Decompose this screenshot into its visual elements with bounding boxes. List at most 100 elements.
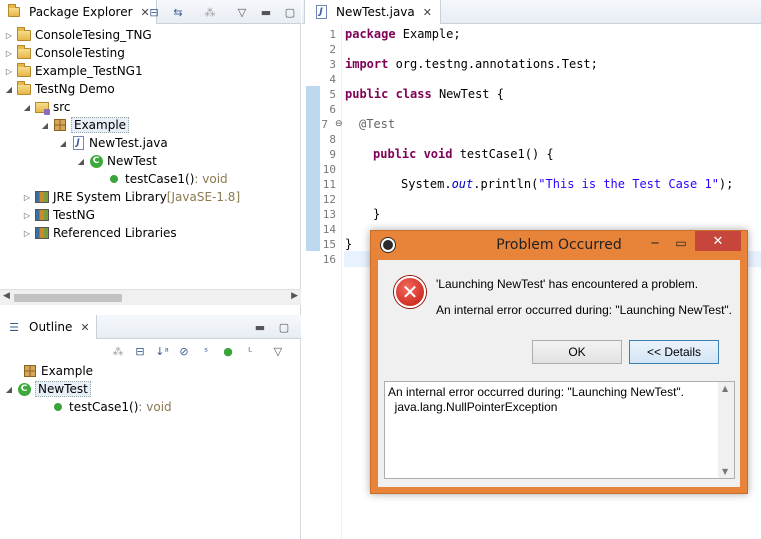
horizontal-scrollbar[interactable]: ◀ ▶ [0,289,301,305]
hide-fields-icon[interactable]: ⊘ [176,343,192,359]
collapse-icon[interactable]: ◢ [4,385,14,394]
code-keyword: package [345,27,396,41]
close-icon[interactable]: ✕ [695,231,741,251]
code-keyword: public [373,147,417,161]
tree-item[interactable]: ◢ C NewTest [76,152,157,170]
collapse-icon[interactable]: ◢ [76,157,86,166]
outline-toolbar: ⁂ ⊟ ↓ᵃ ⊘ ˢ ● ᴸ ▽ [110,343,286,359]
scroll-right-icon[interactable]: ▶ [291,291,298,301]
code-annotation: @Test [359,117,396,131]
problem-dialog: Problem Occurred ─ ▭ ✕ ✕ 'Launching NewT… [370,230,748,494]
tree-item-label: JRE System Library [53,190,167,204]
tree-item-label: Example_TestNG1 [35,64,143,78]
code-text: } [373,207,381,221]
minimize-icon[interactable]: ─ [645,233,665,253]
maximize-icon[interactable]: ▢ [282,4,298,20]
expand-icon[interactable]: ▷ [22,193,32,202]
outline-item[interactable]: testCase1() : void [48,398,172,416]
code-line: System.out.println("This is the Test Cas… [401,177,733,191]
code-text: System. [401,177,452,191]
close-icon[interactable]: ✕ [80,321,89,334]
maximize-icon[interactable]: ▢ [276,319,292,335]
editor-tab-newtest[interactable]: J NewTest.java ✕ [304,0,441,24]
expand-icon[interactable]: ▷ [4,67,14,76]
line-number: 11 [322,178,336,191]
code-line: package Example; [345,27,461,41]
tree-item-label: NewTest.java [89,136,168,150]
collapse-icon[interactable]: ◢ [58,139,68,148]
view-menu-icon[interactable]: ▽ [234,4,250,20]
method-icon [50,399,66,415]
outline-item[interactable]: Example [20,362,93,380]
tree-item-label: ConsoleTesting [35,46,125,60]
hide-static-icon[interactable]: ˢ [198,343,214,359]
line-number: 3 [329,58,336,71]
library-icon [34,189,50,205]
line-number: 8 [329,133,336,146]
outline-icon: ☰ [9,320,19,334]
tree-item[interactable]: ▷ JRE System Library [JavaSE-1.8] [22,188,240,206]
hide-local-types-icon[interactable]: ᴸ [242,343,258,359]
tree-item[interactable]: ◢ TestNg Demo [4,80,115,98]
close-icon[interactable]: ✕ [423,6,432,19]
code-line: import org.testng.annotations.Test; [345,57,598,71]
tree-item[interactable]: ◢ Example [40,116,130,134]
expand-icon[interactable]: ▷ [4,31,14,40]
filter-icon[interactable]: ⁂ [202,4,218,20]
expand-icon[interactable]: ▷ [22,211,32,220]
outline-item[interactable]: ◢ C NewTest [4,380,91,398]
outline-title: Outline [29,320,73,334]
tree-item[interactable]: ▷ TestNG [22,206,95,224]
tree-item-label: testCase1() [125,172,195,186]
link-with-editor-icon[interactable]: ⇆ [170,4,186,20]
project-folder-icon [16,26,32,43]
filter-icon[interactable]: ⁂ [110,343,126,359]
tree-item[interactable]: ▷ ConsoleTesing_TNG [4,26,152,44]
tree-item[interactable]: testCase1() : void [104,170,228,188]
outline-tab[interactable]: ☰ Outline ✕ [0,315,97,339]
code-line: @Test [359,117,395,131]
details-scrollbar[interactable]: ▲ ▼ [718,382,734,478]
expand-icon[interactable]: ▷ [4,49,14,58]
tree-item[interactable]: ▷ ConsoleTesting [4,44,125,62]
package-icon [22,363,38,379]
sort-alphabetically-icon[interactable]: ↓ᵃ [154,343,170,359]
line-number: 9 [329,148,336,161]
collapse-all-icon[interactable]: ⊟ [146,4,162,20]
collapse-icon[interactable]: ◢ [4,85,14,94]
minimize-icon[interactable]: ▬ [258,4,274,20]
details-button[interactable]: << Details [629,340,719,364]
fold-collapse-icon[interactable]: ⊖ [335,119,343,129]
code-keyword: void [416,147,453,161]
scroll-up-icon[interactable]: ▲ [722,384,728,393]
code-field: out [451,177,474,191]
collapse-icon[interactable]: ◢ [22,103,32,112]
package-explorer-tab[interactable]: Package Explorer ✕ [0,0,157,24]
line-number: 16 [322,253,336,266]
dialog-titlebar[interactable]: Problem Occurred ─ ▭ ✕ [371,231,747,259]
collapse-icon[interactable]: ◢ [40,121,50,130]
hide-non-public-icon[interactable]: ● [220,343,236,359]
scroll-left-icon[interactable]: ◀ [3,291,10,301]
view-menu-icon[interactable]: ▽ [270,343,286,359]
tree-item-label: NewTest [107,154,157,168]
expand-icon[interactable]: ▷ [22,229,32,238]
minimize-icon[interactable]: ▬ [252,319,268,335]
maximize-icon[interactable]: ▭ [671,233,691,253]
package-explorer-icon [6,4,22,20]
package-explorer-toolbar: ⊟ ⇆ ⁂ ▽ ▬ ▢ [146,4,298,20]
tree-item[interactable]: ▷ Example_TestNG1 [4,62,143,80]
scroll-down-icon[interactable]: ▼ [722,467,728,476]
code-text: } [345,237,353,251]
outline-window-controls: ▬ ▢ [252,319,292,335]
tree-item[interactable]: ◢ J NewTest.java [58,134,168,152]
details-text-area[interactable]: An internal error occurred during: "Laun… [384,381,735,479]
tree-item[interactable]: ▷ Referenced Libraries [22,224,177,242]
line-number: 1 [329,28,336,41]
scrollbar-thumb[interactable] [14,294,122,302]
collapse-all-icon[interactable]: ⊟ [132,343,148,359]
error-detail: An internal error occurred during: "Laun… [436,303,733,317]
ok-button[interactable]: OK [532,340,622,364]
tree-item[interactable]: ◢ src [22,98,71,116]
error-icon: ✕ [394,276,426,308]
